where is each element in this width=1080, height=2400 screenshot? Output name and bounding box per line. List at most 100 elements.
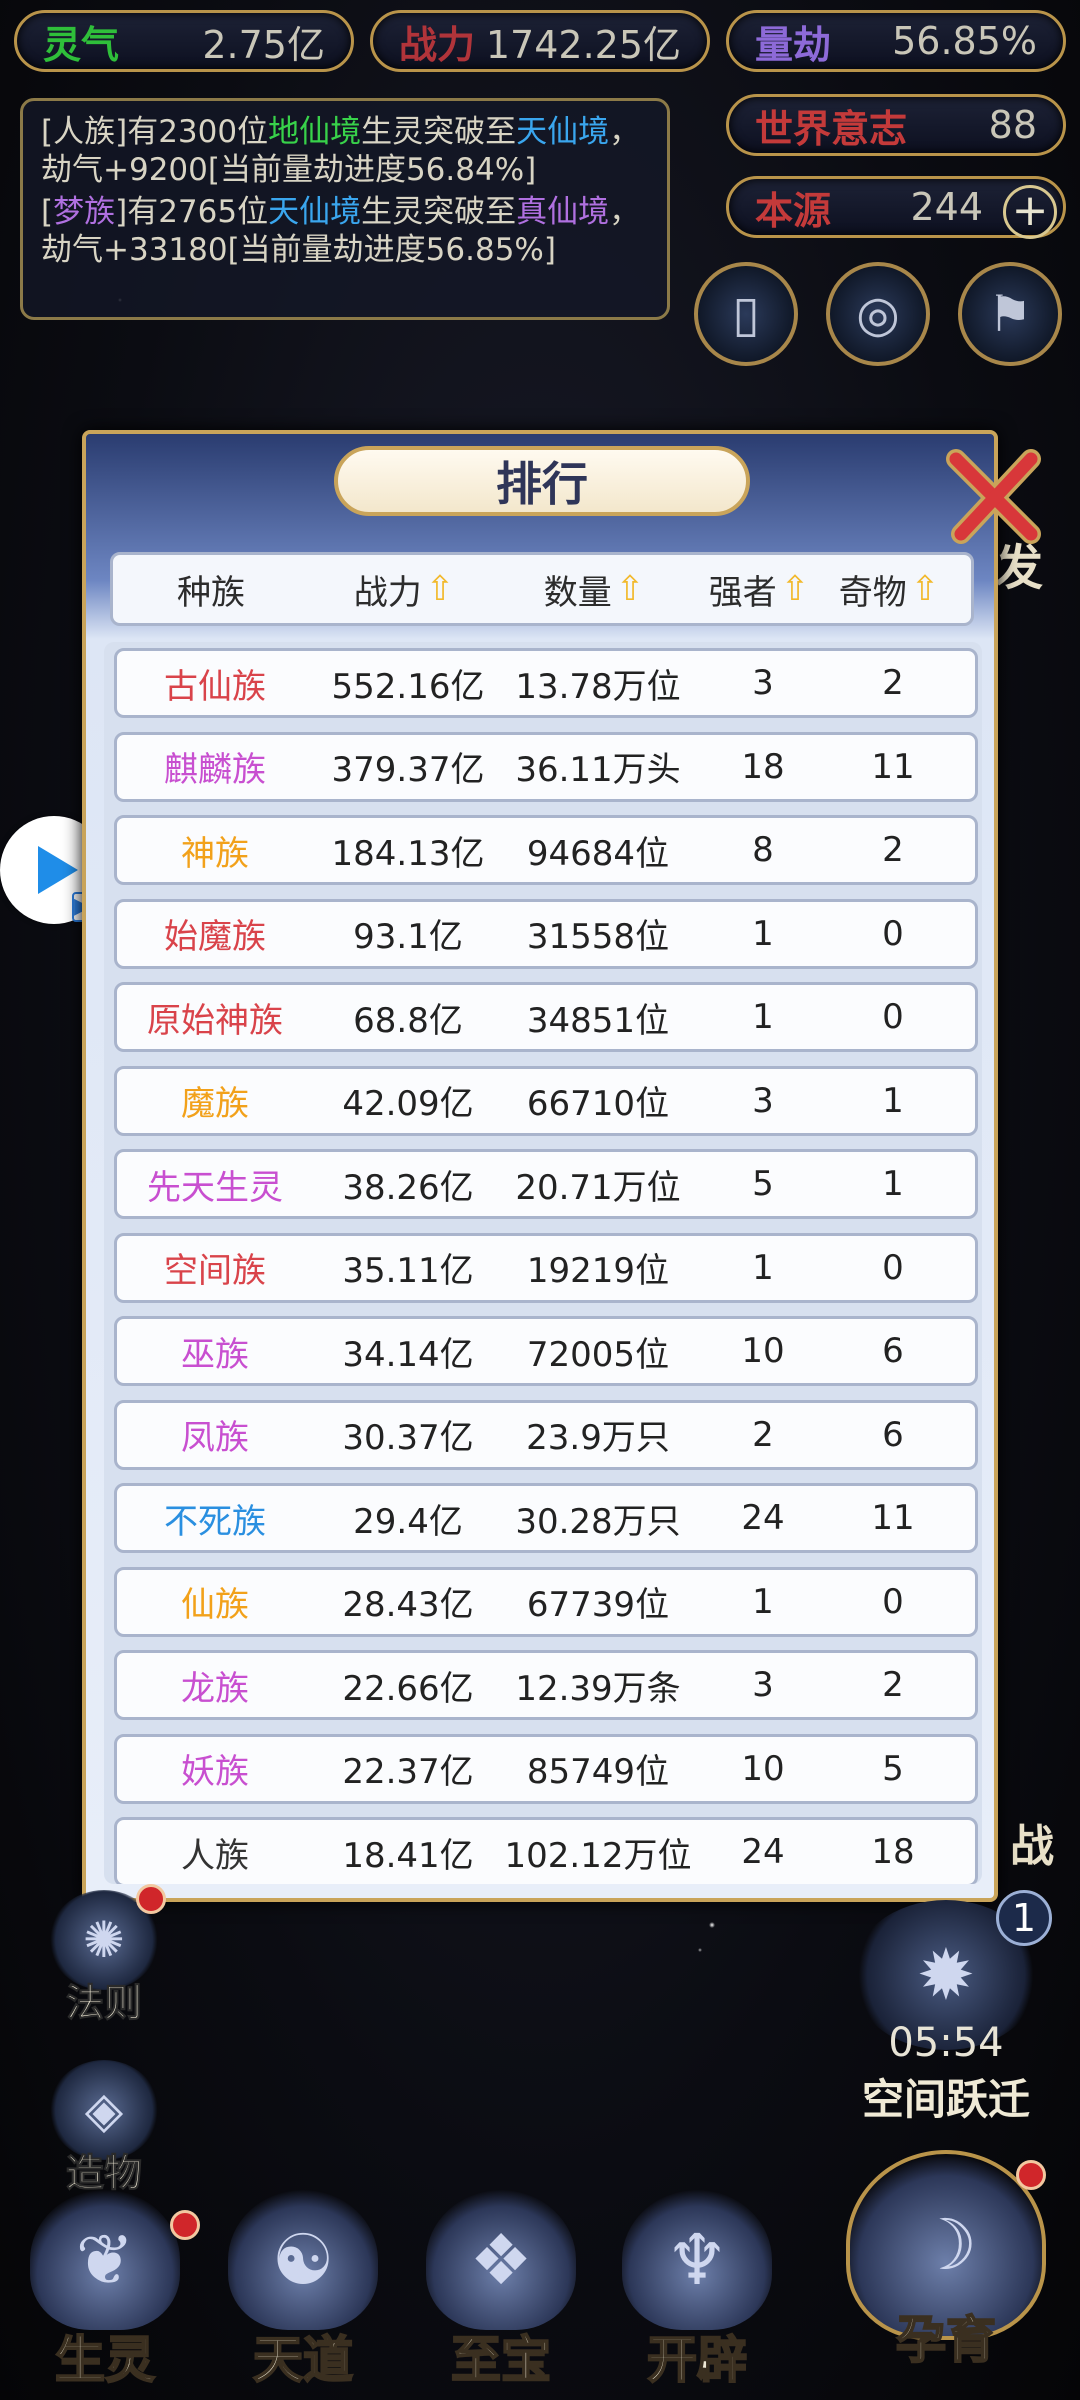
menu-yunyu[interactable]: ☽ 孕育: [836, 2150, 1056, 2390]
notification-dot: [170, 2210, 200, 2240]
table-row[interactable]: 魔族 42.09亿 66710位 3 1: [114, 1065, 978, 1136]
sort-arrow-icon: ⇧: [780, 569, 810, 609]
power-cell: 22.66亿: [342, 1668, 474, 1709]
treasure-cell: 11: [871, 746, 915, 787]
scroll-button[interactable]: ▯: [694, 262, 798, 366]
table-row[interactable]: 古仙族 552.16亿 13.78万位 3 2: [114, 648, 978, 718]
creation-button[interactable]: ◈ 造物: [44, 2060, 164, 2197]
strong-cell: 1: [752, 913, 774, 954]
table-row[interactable]: 始魔族 93.1亿 31558位 1 0: [114, 898, 978, 969]
menu-zhibao[interactable]: ❖ 至宝: [416, 2190, 586, 2390]
lingqi-value: 2.75亿: [202, 22, 325, 67]
treasure-cell: 18: [871, 1832, 915, 1872]
menu-shengling[interactable]: ❦ 生灵: [20, 2190, 200, 2390]
msg-text: [: [41, 194, 54, 230]
space-jump-badge: 1: [996, 1890, 1052, 1946]
power-cell: 29.4亿: [353, 1501, 463, 1542]
count-cell: 36.11万头: [515, 750, 681, 790]
race-cell: 仙族: [181, 1585, 249, 1625]
power-cell: 552.16亿: [331, 666, 485, 707]
treasure-cell: 6: [882, 1414, 904, 1455]
table-row[interactable]: 妖族 22.37亿 85749位 10 5: [114, 1733, 978, 1804]
creation-label: 造物: [65, 2151, 142, 2196]
menu-label: 天道: [252, 2329, 354, 2390]
table-row[interactable]: 凤族 30.37亿 23.9万只 2 6: [114, 1399, 978, 1470]
side-label-zhan[interactable]: 战: [1010, 1810, 1054, 1874]
table-row[interactable]: 龙族 22.66亿 12.39万条 3 2: [114, 1650, 978, 1720]
benyuan-stat[interactable]: 本源 244 +: [726, 176, 1066, 239]
strong-cell: 3: [752, 663, 774, 703]
header-race-label: 种族: [177, 572, 245, 613]
strong-cell: 8: [752, 830, 774, 870]
treasure-cell: 0: [882, 913, 904, 954]
treasure-cell: 5: [882, 1748, 904, 1789]
notification-dot: [1016, 2160, 1046, 2190]
table-row[interactable]: 不死族 29.4亿 30.28万只 24 11: [114, 1483, 978, 1553]
race-cell: 神族: [181, 833, 249, 874]
strong-cell: 1: [752, 997, 774, 1037]
table-header: 种族 战力 ⇧ 数量 ⇧ 强者 ⇧ 奇物 ⇧: [110, 552, 974, 626]
table-row[interactable]: 仙族 28.43亿 67739位 1 0: [114, 1566, 978, 1637]
table-row[interactable]: 巫族 34.14亿 72005位 10 6: [114, 1316, 978, 1386]
close-icon[interactable]: [936, 434, 1056, 554]
world-will-stat[interactable]: 世界意志 88: [726, 94, 1066, 156]
event-message: [人族]有2300位地仙境生灵突破至天仙境，劫气+9200[当前量劫进度56.8…: [41, 113, 649, 189]
menu-tiandao[interactable]: ☯ 天道: [218, 2190, 388, 2390]
vortex-button[interactable]: ◎: [826, 262, 930, 366]
strong-cell: 10: [741, 1331, 785, 1371]
zhanli-stat: 战力 1742.25亿: [370, 10, 710, 72]
flag-button[interactable]: ⚑: [958, 262, 1062, 366]
strong-cell: 1: [752, 1247, 774, 1288]
menu-label: 至宝: [450, 2329, 552, 2390]
law-label: 法则: [65, 1981, 142, 2026]
msg-text: 生灵突破至: [361, 194, 517, 230]
menu-kaipi[interactable]: ♆ 开辟: [612, 2190, 782, 2390]
msg-text: [人族]有2300位: [41, 114, 269, 150]
strong-cell: 24: [741, 1832, 785, 1872]
scroll-icon: ▯: [732, 285, 760, 343]
power-cell: 30.37亿: [342, 1418, 474, 1458]
ranking-list[interactable]: 古仙族 552.16亿 13.78万位 3 2 麒麟族 379.37亿 36.11万头 18 11…: [104, 642, 982, 1884]
world-will-value: 88: [988, 103, 1037, 147]
liangjie-stat[interactable]: 量劫 56.85%: [726, 10, 1066, 72]
table-row[interactable]: 原始神族 68.8亿 34851位 1 0: [114, 982, 978, 1052]
count-cell: 66710位: [526, 1084, 670, 1124]
table-row[interactable]: 神族 184.13亿 94684位 8 2: [114, 815, 978, 885]
benyuan-value: 244: [910, 185, 983, 229]
count-cell: 72005位: [526, 1334, 670, 1375]
sort-treasure-button[interactable]: 奇物 ⇧: [829, 565, 949, 614]
count-cell: 30.28万只: [515, 1501, 681, 1542]
table-row[interactable]: 空间族 35.11亿 19219位 1 0: [114, 1232, 978, 1303]
law-button[interactable]: ✺ 法则: [44, 1884, 166, 2027]
strong-cell: 10: [741, 1748, 785, 1789]
table-row[interactable]: 先天生灵 38.26亿 20.71万位 5 1: [114, 1149, 978, 1219]
table-row[interactable]: 麒麟族 379.37亿 36.11万头 18 11: [114, 731, 978, 802]
flag-icon: ⚑: [987, 285, 1033, 343]
space-jump-button[interactable]: ✹ 05:54 空间跃迁 1: [836, 1890, 1056, 2127]
menu-label: 开辟: [646, 2329, 748, 2390]
sort-power-button[interactable]: 战力 ⇧: [309, 565, 499, 614]
power-cell: 18.41亿: [342, 1835, 474, 1876]
count-cell: 23.9万只: [526, 1418, 670, 1458]
add-benyuan-button[interactable]: +: [1003, 185, 1057, 239]
header-strong-label: 强者: [708, 572, 777, 613]
table-row[interactable]: 人族 18.41亿 102.12万位 24 18: [114, 1817, 978, 1884]
treasure-cell: 0: [882, 997, 904, 1037]
power-cell: 379.37亿: [331, 750, 485, 790]
power-cell: 35.11亿: [342, 1251, 474, 1291]
sort-strong-button[interactable]: 强者 ⇧: [689, 565, 829, 614]
header-power-label: 战力: [353, 572, 422, 613]
race-cell: 凤族: [181, 1418, 249, 1458]
zhanli-value: 1742.25亿: [485, 22, 681, 67]
power-cell: 22.37亿: [342, 1752, 474, 1792]
world-will-label: 世界意志: [755, 105, 908, 151]
treasure-cell: 1: [882, 1164, 904, 1204]
treasure-cell: 11: [871, 1498, 915, 1538]
ranking-modal: 排行 种族 战力 ⇧ 数量 ⇧ 强者 ⇧ 奇物 ⇧ 古仙族 552.16亿 13.78万位 3…: [82, 430, 1041, 1902]
power-cell: 184.13亿: [331, 833, 485, 874]
treasure-cell: 2: [882, 663, 904, 703]
msg-text: ]有2765位: [115, 194, 269, 230]
sort-arrow-icon: ⇧: [425, 569, 455, 609]
sort-count-button[interactable]: 数量 ⇧: [499, 565, 689, 614]
power-cell: 38.26亿: [342, 1167, 474, 1208]
